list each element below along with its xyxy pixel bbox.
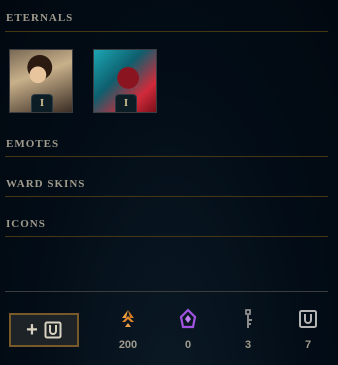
- eternal-series-badge: I: [31, 94, 53, 112]
- loot-chest-icon: [44, 321, 62, 339]
- mythic-essence-icon: [179, 308, 197, 329]
- divider: [5, 236, 328, 237]
- divider: [5, 196, 328, 197]
- currency-keys: 3: [228, 308, 268, 351]
- section-title-emotes: EMOTES: [6, 138, 60, 150]
- loot-panel: ETERNALS I I EMOTES WARD SKINS ICONS + 2…: [0, 0, 338, 365]
- eternal-item[interactable]: I: [9, 49, 73, 113]
- divider: [5, 31, 328, 32]
- section-title-eternals: ETERNALS: [6, 12, 74, 24]
- section-title-ward-skins: WARD SKINS: [6, 178, 86, 190]
- chest-icon: [299, 310, 317, 328]
- key-icon: [245, 309, 252, 328]
- divider: [5, 156, 328, 157]
- add-loot-button[interactable]: +: [9, 313, 79, 347]
- footer-divider: [5, 291, 328, 292]
- currency-value: 7: [304, 339, 312, 351]
- currency-chests: 7: [288, 308, 328, 351]
- eternal-item[interactable]: I: [93, 49, 157, 113]
- currency-value: 200: [118, 339, 138, 351]
- section-title-icons: ICONS: [6, 218, 46, 230]
- plus-icon: +: [26, 319, 38, 341]
- orange-essence-icon: [122, 310, 134, 327]
- currency-value: 0: [184, 339, 192, 351]
- currency-value: 3: [244, 339, 252, 351]
- currency-orange-essence: 200: [108, 308, 148, 351]
- currency-mythic-essence: 0: [168, 308, 208, 351]
- eternal-series-badge: I: [115, 94, 137, 112]
